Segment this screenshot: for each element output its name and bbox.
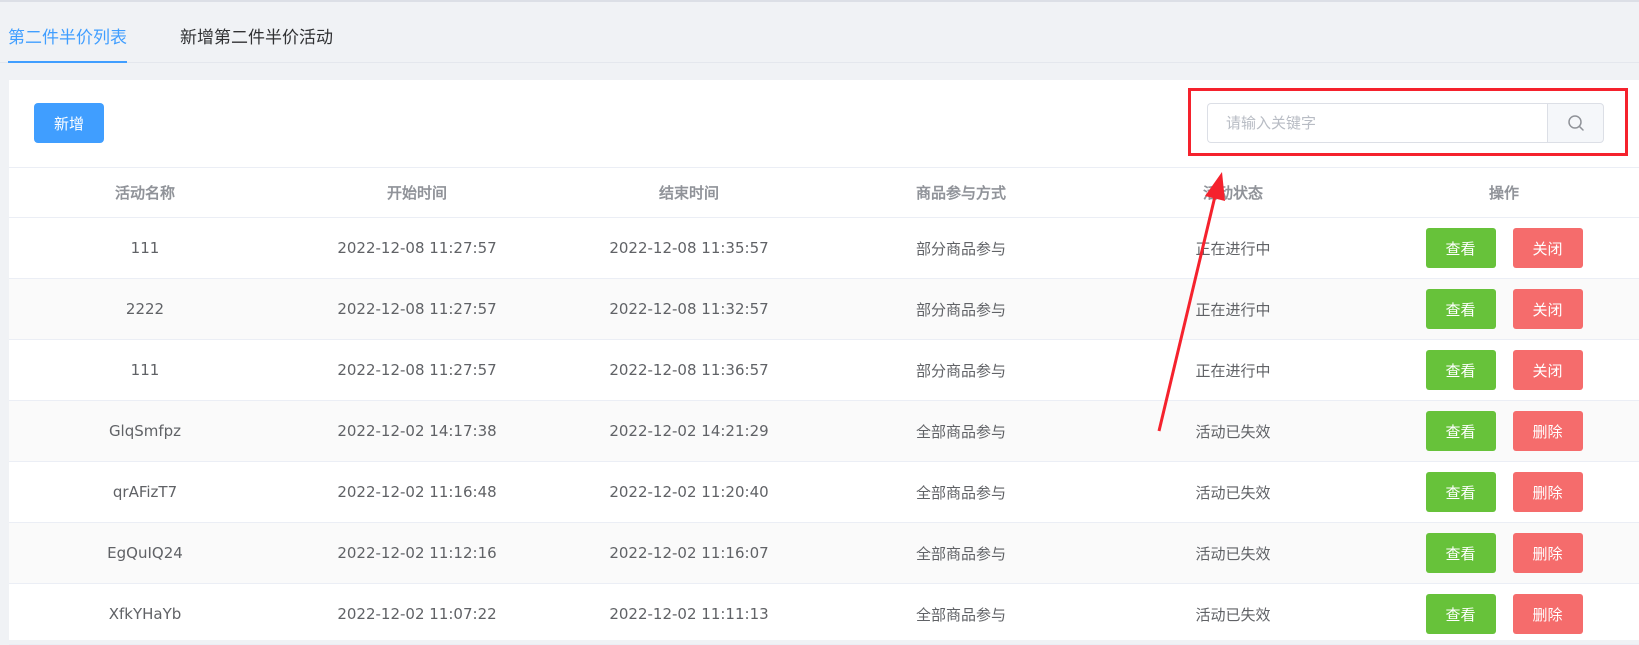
search-button[interactable] bbox=[1547, 103, 1604, 143]
view-button[interactable]: 查看 bbox=[1425, 228, 1496, 268]
view-button[interactable]: 查看 bbox=[1425, 533, 1496, 573]
cell-end: 2022-12-08 11:36:57 bbox=[553, 339, 825, 401]
cell-mode: 部分商品参与 bbox=[825, 339, 1097, 401]
view-button[interactable]: 查看 bbox=[1425, 472, 1496, 512]
cell-mode: 全部商品参与 bbox=[825, 522, 1097, 584]
header-operations: 操作 bbox=[1369, 167, 1639, 218]
cell-start: 2022-12-08 11:27:57 bbox=[281, 278, 553, 340]
cell-end: 2022-12-08 11:32:57 bbox=[553, 278, 825, 340]
search-icon bbox=[1567, 115, 1584, 131]
view-button[interactable]: 查看 bbox=[1425, 411, 1496, 451]
cell-name: 111 bbox=[9, 339, 281, 401]
delete-button[interactable]: 删除 bbox=[1512, 411, 1583, 451]
header-end-time: 结束时间 bbox=[553, 167, 825, 218]
cell-status: 正在进行中 bbox=[1097, 339, 1369, 401]
cell-status: 正在进行中 bbox=[1097, 278, 1369, 340]
view-button[interactable]: 查看 bbox=[1425, 289, 1496, 329]
delete-button[interactable]: 删除 bbox=[1512, 472, 1583, 512]
delete-button[interactable]: 删除 bbox=[1512, 594, 1583, 634]
cell-end: 2022-12-02 11:20:40 bbox=[553, 461, 825, 523]
cell-ops: 查看 删除 bbox=[1369, 400, 1639, 462]
cell-status: 活动已失效 bbox=[1097, 583, 1369, 645]
tab-bar: 第二件半价列表 新增第二件半价活动 bbox=[0, 2, 1639, 63]
cell-end: 2022-12-08 11:35:57 bbox=[553, 217, 825, 279]
table-row: qrAFizT7 2022-12-02 11:16:48 2022-12-02 … bbox=[9, 461, 1639, 523]
cell-ops: 查看 关闭 bbox=[1369, 278, 1639, 340]
cell-name: 2222 bbox=[9, 278, 281, 340]
cell-ops: 查看 删除 bbox=[1369, 583, 1639, 645]
cell-mode: 部分商品参与 bbox=[825, 278, 1097, 340]
view-button[interactable]: 查看 bbox=[1425, 350, 1496, 390]
cell-start: 2022-12-02 11:16:48 bbox=[281, 461, 553, 523]
cell-start: 2022-12-08 11:27:57 bbox=[281, 217, 553, 279]
cell-end: 2022-12-02 11:11:13 bbox=[553, 583, 825, 645]
cell-ops: 查看 关闭 bbox=[1369, 217, 1639, 279]
close-button[interactable]: 关闭 bbox=[1512, 289, 1583, 329]
table-row: EgQuIQ24 2022-12-02 11:12:16 2022-12-02 … bbox=[9, 522, 1639, 584]
view-button[interactable]: 查看 bbox=[1425, 594, 1496, 634]
table-row: GlqSmfpz 2022-12-02 14:17:38 2022-12-02 … bbox=[9, 400, 1639, 462]
search-group bbox=[1207, 103, 1629, 143]
cell-start: 2022-12-02 14:17:38 bbox=[281, 400, 553, 462]
cell-start: 2022-12-02 11:12:16 bbox=[281, 522, 553, 584]
add-button[interactable]: 新增 bbox=[34, 103, 104, 143]
cell-ops: 查看 删除 bbox=[1369, 522, 1639, 584]
delete-button[interactable]: 删除 bbox=[1512, 533, 1583, 573]
header-name: 活动名称 bbox=[9, 167, 281, 218]
cell-end: 2022-12-02 14:21:29 bbox=[553, 400, 825, 462]
table-row: 2222 2022-12-08 11:27:57 2022-12-08 11:3… bbox=[9, 278, 1639, 340]
cell-start: 2022-12-02 11:07:22 bbox=[281, 583, 553, 645]
cell-name: 111 bbox=[9, 217, 281, 279]
cell-name: EgQuIQ24 bbox=[9, 522, 281, 584]
cell-end: 2022-12-02 11:16:07 bbox=[553, 522, 825, 584]
header-start-time: 开始时间 bbox=[281, 167, 553, 218]
close-button[interactable]: 关闭 bbox=[1512, 228, 1583, 268]
table-row: 111 2022-12-08 11:27:57 2022-12-08 11:36… bbox=[9, 339, 1639, 401]
close-button[interactable]: 关闭 bbox=[1512, 350, 1583, 390]
cell-status: 活动已失效 bbox=[1097, 461, 1369, 523]
cell-name: qrAFizT7 bbox=[9, 461, 281, 523]
table-header-row: 活动名称 开始时间 结束时间 商品参与方式 活动状态 操作 bbox=[9, 167, 1639, 218]
content-panel: 新增 活动名称 开始时间 结束时间 商品参与方式 活动状态 操作 bbox=[9, 80, 1639, 645]
header-status: 活动状态 bbox=[1097, 167, 1369, 218]
cell-ops: 查看 删除 bbox=[1369, 461, 1639, 523]
cell-mode: 全部商品参与 bbox=[825, 400, 1097, 462]
cell-status: 正在进行中 bbox=[1097, 217, 1369, 279]
cell-mode: 全部商品参与 bbox=[825, 583, 1097, 645]
table-row: XfkYHaYb 2022-12-02 11:07:22 2022-12-02 … bbox=[9, 583, 1639, 645]
cell-ops: 查看 关闭 bbox=[1369, 339, 1639, 401]
tab-list[interactable]: 第二件半价列表 bbox=[8, 2, 127, 63]
cell-mode: 全部商品参与 bbox=[825, 461, 1097, 523]
cell-name: XfkYHaYb bbox=[9, 583, 281, 645]
cell-mode: 部分商品参与 bbox=[825, 217, 1097, 279]
header-participation: 商品参与方式 bbox=[825, 167, 1097, 218]
activity-table: 活动名称 开始时间 结束时间 商品参与方式 活动状态 操作 111 2022-1… bbox=[9, 167, 1639, 645]
cell-status: 活动已失效 bbox=[1097, 400, 1369, 462]
search-input[interactable] bbox=[1207, 103, 1547, 143]
table-row: 111 2022-12-08 11:27:57 2022-12-08 11:35… bbox=[9, 217, 1639, 279]
cell-status: 活动已失效 bbox=[1097, 522, 1369, 584]
cell-name: GlqSmfpz bbox=[9, 400, 281, 462]
tab-add-activity[interactable]: 新增第二件半价活动 bbox=[180, 2, 333, 62]
cell-start: 2022-12-08 11:27:57 bbox=[281, 339, 553, 401]
